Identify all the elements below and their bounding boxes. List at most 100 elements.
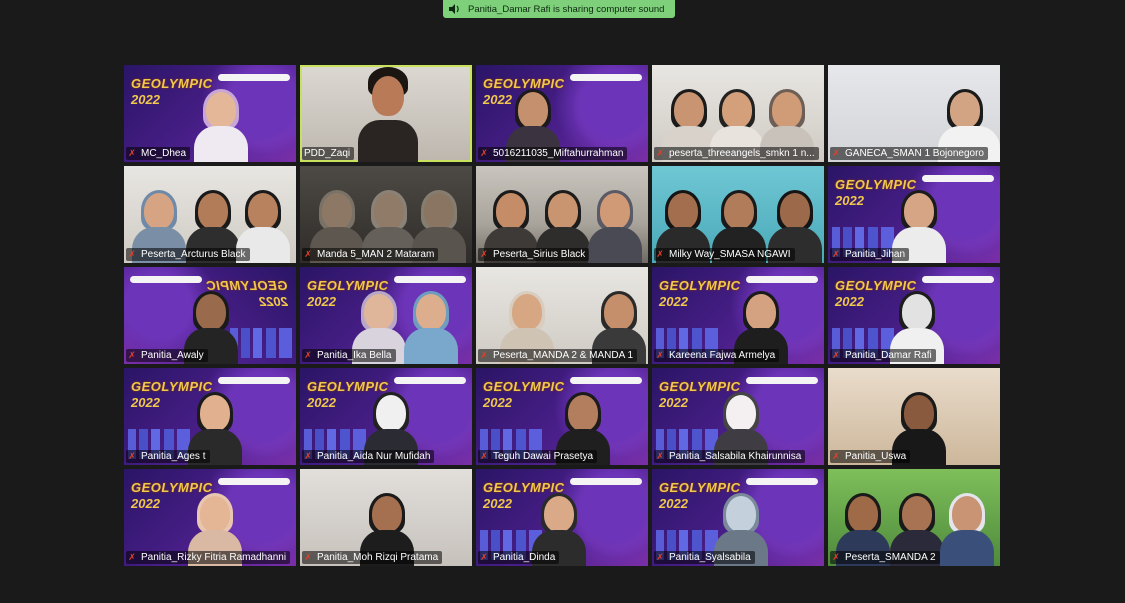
video-tile[interactable]: ✗ Manda 5_MAN 2 Mataram [300, 166, 472, 263]
sponsor-logos [570, 74, 642, 81]
sponsor-logos [746, 276, 818, 283]
geolympic-logo-text: GEOLYMPIC [835, 278, 917, 293]
sponsor-logos [218, 377, 290, 384]
video-tile[interactable]: ✗ Peserta_Arcturus Black [124, 166, 296, 263]
geolympic-logo-text: GEOLYMPIC [659, 278, 741, 293]
muted-mic-icon: ✗ [128, 148, 136, 158]
geolympic-logo-text: GEOLYMPIC [659, 480, 741, 495]
video-tile-active-speaker[interactable]: PDD_Zaqi [300, 65, 472, 162]
participant-name-label: ✗ Peserta_Sirius Black [478, 248, 590, 261]
geolympic-logo-text: GEOLYMPIC [131, 480, 213, 495]
video-tile[interactable]: ✗ peserta_threeangels_smkn 1 n... [652, 65, 824, 162]
muted-mic-icon: ✗ [656, 148, 664, 158]
participant-name-label: ✗ Kareena Fajwa Armelya [654, 349, 780, 362]
video-tile[interactable]: GEOLYMPIC 2022 ✗ Kareena Fajwa Armelya [652, 267, 824, 364]
muted-mic-icon: ✗ [832, 249, 840, 259]
sponsor-logos [130, 276, 202, 283]
participant-name-label: ✗ Milky Way_SMASA NGAWI [654, 248, 795, 261]
video-tile[interactable]: GEOLYMPIC 2022 ✗ Teguh Dawai Prasetya [476, 368, 648, 465]
participant-name-label: ✗ 5016211035_Miftahurrahman [478, 147, 628, 160]
muted-mic-icon: ✗ [832, 552, 840, 562]
participant-name-label: ✗ Panitia_Syalsabila [654, 551, 755, 564]
video-gallery: GEOLYMPIC 2022 ✗ MC_Dhea PDD_Zaqi GEOLYMP… [124, 65, 1000, 566]
video-tile[interactable]: ✗ Panitia_Uswa [828, 368, 1000, 465]
geolympic-year: 2022 [483, 395, 512, 410]
video-tile[interactable]: GEOLYMPIC 2022 ✗ 5016211035_Miftahurrahma… [476, 65, 648, 162]
muted-mic-icon: ✗ [480, 350, 488, 360]
geolympic-logo-text: GEOLYMPIC [307, 379, 389, 394]
muted-mic-icon: ✗ [656, 451, 664, 461]
city-graphic [230, 328, 292, 358]
video-tile[interactable]: GEOLYMPIC 2022 ✗ Panitia_Ages t [124, 368, 296, 465]
speaker-icon [449, 4, 461, 14]
sponsor-logos [746, 377, 818, 384]
geolympic-year: 2022 [659, 395, 688, 410]
geolympic-logo-text: GEOLYMPIC [483, 379, 565, 394]
video-tile[interactable]: GEOLYMPIC 2022 ✗ MC_Dhea [124, 65, 296, 162]
video-tile[interactable]: ✗ Peserta_SMANDA 2 [828, 469, 1000, 566]
banner-text: Panitia_Damar Rafi is sharing computer s… [468, 3, 665, 15]
participant-name-label: ✗ Teguh Dawai Prasetya [478, 450, 598, 463]
participant-name-label: ✗ Panitia_Salsabila Khairunnisa [654, 450, 806, 463]
muted-mic-icon: ✗ [304, 552, 312, 562]
participant-name-label: ✗ Peserta_SMANDA 2 [830, 551, 940, 564]
participant-name-label: ✗ Manda 5_MAN 2 Mataram [302, 248, 439, 261]
geolympic-year: 2022 [307, 395, 336, 410]
geolympic-year: 2022 [307, 294, 336, 309]
geolympic-year: 2022 [131, 496, 160, 511]
video-tile[interactable]: GEOLYMPIC 2022 ✗ Panitia_Ika Bella [300, 267, 472, 364]
video-tile[interactable]: GEOLYMPIC 2022 ✗ Panitia_Rizky Fitria Ram… [124, 469, 296, 566]
geolympic-year: 2022 [659, 496, 688, 511]
participant-name-label: PDD_Zaqi [302, 147, 355, 160]
video-tile[interactable]: ✗ Peserta_MANDA 2 & MANDA 1 [476, 267, 648, 364]
geolympic-logo-text: GEOLYMPIC [307, 278, 389, 293]
video-tile[interactable]: GEOLYMPIC 2022 ✗ Panitia_Awaly [124, 267, 296, 364]
geolympic-logo-text: GEOLYMPIC [659, 379, 741, 394]
sponsor-logos [922, 276, 994, 283]
geolympic-year: 2022 [659, 294, 688, 309]
video-tile[interactable]: GEOLYMPIC 2022 ✗ Panitia_Salsabila Khairu… [652, 368, 824, 465]
participant-name-label: ✗ Panitia_Aida Nur Mufidah [302, 450, 435, 463]
muted-mic-icon: ✗ [832, 350, 840, 360]
geolympic-year: 2022 [835, 294, 864, 309]
sponsor-logos [922, 175, 994, 182]
video-tile[interactable]: ✗ Peserta_Sirius Black [476, 166, 648, 263]
video-tile[interactable]: ✗ Panitia_Moh Rizqi Pratama [300, 469, 472, 566]
participant-name-label: ✗ Panitia_Uswa [830, 450, 911, 463]
geolympic-year: 2022 [131, 92, 160, 107]
sponsor-logos [570, 478, 642, 485]
muted-mic-icon: ✗ [304, 249, 312, 259]
participant-figure [194, 89, 248, 162]
video-tile[interactable]: ✗ GANECA_SMAN 1 Bojonegoro [828, 65, 1000, 162]
video-tile[interactable]: GEOLYMPIC 2022 ✗ Panitia_Syalsabila [652, 469, 824, 566]
sponsor-logos [746, 478, 818, 485]
participant-name-label: ✗ GANECA_SMAN 1 Bojonegoro [830, 147, 988, 160]
sponsor-logos [218, 74, 290, 81]
video-tile[interactable]: GEOLYMPIC 2022 ✗ Panitia_Damar Rafi [828, 267, 1000, 364]
muted-mic-icon: ✗ [480, 249, 488, 259]
video-tile[interactable]: ✗ Milky Way_SMASA NGAWI [652, 166, 824, 263]
muted-mic-icon: ✗ [128, 552, 136, 562]
participant-name-label: ✗ Panitia_Moh Rizqi Pratama [302, 551, 443, 564]
participant-name-label: ✗ peserta_threeangels_smkn 1 n... [654, 147, 819, 160]
video-tile[interactable]: GEOLYMPIC 2022 ✗ Panitia_Aida Nur Mufidah [300, 368, 472, 465]
participant-name-label: ✗ Panitia_Awaly [126, 349, 208, 362]
muted-mic-icon: ✗ [656, 350, 664, 360]
muted-mic-icon: ✗ [128, 451, 136, 461]
muted-mic-icon: ✗ [656, 249, 664, 259]
muted-mic-icon: ✗ [832, 451, 840, 461]
participant-name-label: ✗ Panitia_Damar Rafi [830, 349, 936, 362]
geolympic-logo-text: GEOLYMPIC [483, 76, 565, 91]
geolympic-year: 2022 [259, 294, 288, 309]
video-tile[interactable]: GEOLYMPIC 2022 ✗ Panitia_Dinda [476, 469, 648, 566]
screen-share-banner[interactable]: Panitia_Damar Rafi is sharing computer s… [443, 0, 675, 18]
sponsor-logos [218, 478, 290, 485]
muted-mic-icon: ✗ [480, 148, 488, 158]
video-tile[interactable]: GEOLYMPIC 2022 ✗ Panitia_Jihan [828, 166, 1000, 263]
geolympic-year: 2022 [131, 395, 160, 410]
geolympic-logo-text: GEOLYMPIC [206, 278, 288, 293]
geolympic-logo-text: GEOLYMPIC [835, 177, 917, 192]
geolympic-logo-text: GEOLYMPIC [483, 480, 565, 495]
participant-name-label: ✗ MC_Dhea [126, 147, 191, 160]
geolympic-logo-text: GEOLYMPIC [131, 76, 213, 91]
